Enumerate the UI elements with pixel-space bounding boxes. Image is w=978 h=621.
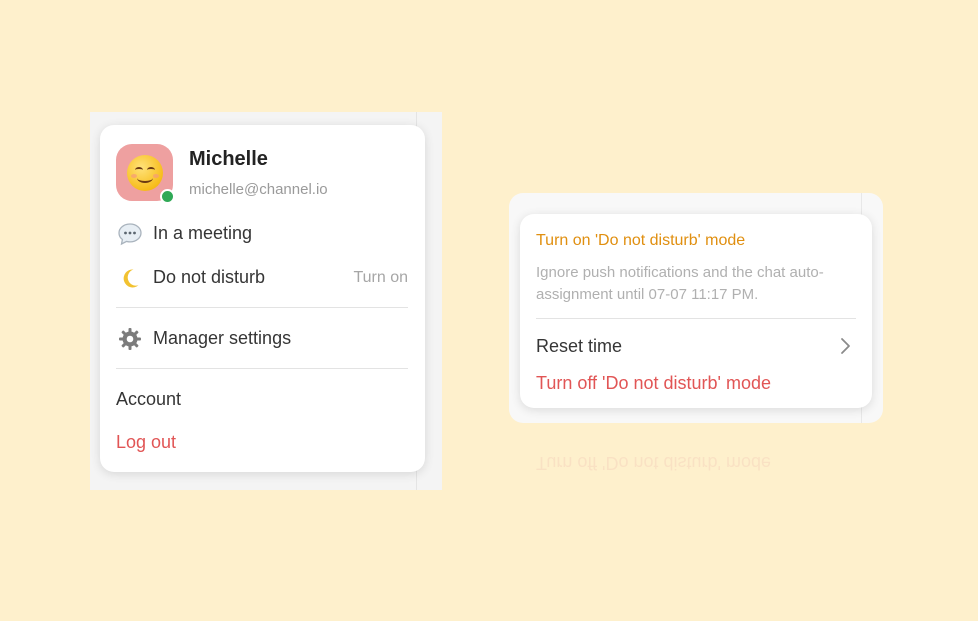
- divider: [116, 368, 408, 369]
- profile-name: Michelle: [189, 148, 268, 170]
- crescent-moon-icon: [116, 264, 143, 291]
- divider: [536, 318, 856, 319]
- smiling-face-icon: [126, 154, 163, 191]
- manager-settings-item[interactable]: Manager settings: [116, 325, 291, 352]
- profile-menu: Michelle michelle@channel.io In a meetin…: [100, 125, 425, 472]
- status-in-a-meeting[interactable]: In a meeting: [116, 220, 252, 247]
- reset-time-item[interactable]: Reset time: [536, 336, 622, 357]
- dnd-turn-on-title[interactable]: Turn on 'Do not disturb' mode: [536, 232, 745, 250]
- settings-label: Manager settings: [153, 328, 292, 348]
- profile-email: michelle@channel.io: [189, 181, 328, 198]
- dnd-turn-off-item[interactable]: Turn off 'Do not disturb' mode: [536, 373, 771, 394]
- dnd-description: Ignore push notifications and the chat a…: [536, 264, 824, 303]
- account-item[interactable]: Account: [116, 389, 181, 410]
- status-label: In a meeting: [153, 223, 253, 243]
- dnd-turn-on-link[interactable]: Turn on: [353, 269, 408, 287]
- chevron-right-icon[interactable]: [840, 336, 852, 361]
- speech-bubble-icon: [116, 220, 143, 247]
- status-label: Do not disturb: [153, 267, 266, 287]
- divider: [116, 307, 408, 308]
- dnd-popup: Turn on 'Do not disturb' mode Ignore pus…: [520, 214, 872, 408]
- log-out-item[interactable]: Log out: [116, 432, 176, 453]
- status-do-not-disturb[interactable]: Do not disturb: [116, 264, 265, 291]
- popup-reflection: Turn off 'Do not disturb' mode: [536, 453, 771, 473]
- gear-icon: [116, 325, 143, 352]
- online-status-icon: [160, 189, 175, 204]
